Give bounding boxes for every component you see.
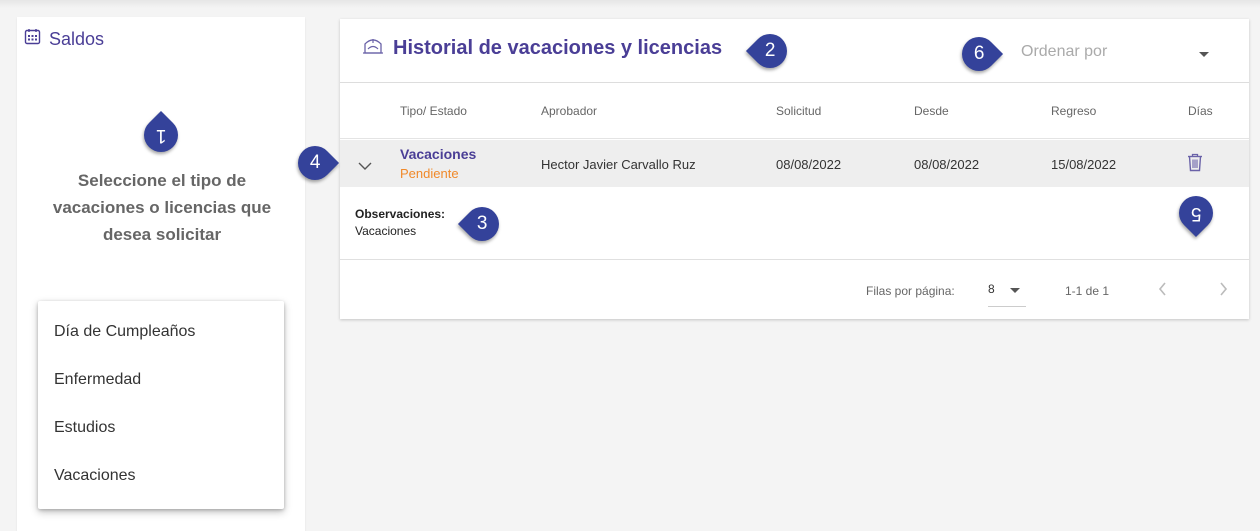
column-desde: Desde [914,104,949,118]
history-title: Historial de vacaciones y licencias [362,35,722,61]
leave-type-menu: Día de Cumpleaños Enfermedad Estudios Va… [38,301,284,509]
suitcase-icon [362,35,393,61]
status-badge: Pendiente [400,166,459,181]
menu-item-vacations[interactable]: Vacaciones [38,452,284,500]
column-solicitud: Solicitud [776,104,822,118]
balances-header[interactable]: Saldos [24,28,104,50]
column-regreso: Regreso [1051,104,1097,118]
rows-per-page-label: Filas por página: [866,284,955,298]
sort-select[interactable]: Ordenar por [1021,43,1209,67]
trash-icon[interactable] [1187,153,1203,175]
column-tipo: Tipo/ Estado [400,104,467,118]
approver-cell: Hector Javier Carvallo Ruz [541,157,696,172]
caret-down-icon [1199,52,1209,57]
top-shadow [0,0,1260,8]
sort-placeholder: Ordenar por [1021,43,1108,60]
from-date-cell: 08/08/2022 [914,157,980,172]
leave-type-cell: Vacaciones Pendiente [400,146,476,181]
history-title-text: Historial de vacaciones y licencias [393,36,723,59]
table-header: Tipo/ Estado Aprobador Solicitud Desde R… [340,84,1249,139]
return-date-cell: 15/08/2022 [1051,157,1117,172]
chevron-down-icon[interactable] [358,159,372,174]
chevron-left-icon[interactable] [1158,282,1168,299]
pagination-range: 1-1 de 1 [1065,284,1110,298]
menu-item-birthday[interactable]: Día de Cumpleaños [38,308,284,356]
chevron-right-icon[interactable] [1218,282,1228,299]
menu-item-sickness[interactable]: Enfermedad [38,356,284,404]
observations-label: Observaciones: [355,207,446,221]
observations: Observaciones: Vacaciones [355,207,445,238]
balances-title: Saldos [49,28,105,49]
menu-item-studies[interactable]: Estudios [38,404,284,452]
observations-value: Vacaciones [355,224,417,238]
history-card: Historial de vacaciones y licencias Orde… [340,19,1249,319]
request-date-cell: 08/08/2022 [776,157,842,172]
leave-type: Vacaciones [400,146,477,162]
column-dias: Días [1188,104,1213,118]
rows-per-page-select[interactable]: 8 [988,282,1026,307]
table-pagination: Filas por página: 8 1-1 de 1 [340,259,1249,319]
table-row[interactable]: Vacaciones Pendiente Hector Javier Carva… [340,140,1249,187]
calendar-icon [24,28,49,50]
column-aprobador: Aprobador [541,104,598,118]
rows-per-page-value: 8 [988,282,995,296]
caret-down-icon [1010,288,1020,293]
card-header: Historial de vacaciones y licencias Orde… [340,19,1249,83]
selection-prompt: Seleccione el tipo de vacaciones o licen… [52,171,272,244]
